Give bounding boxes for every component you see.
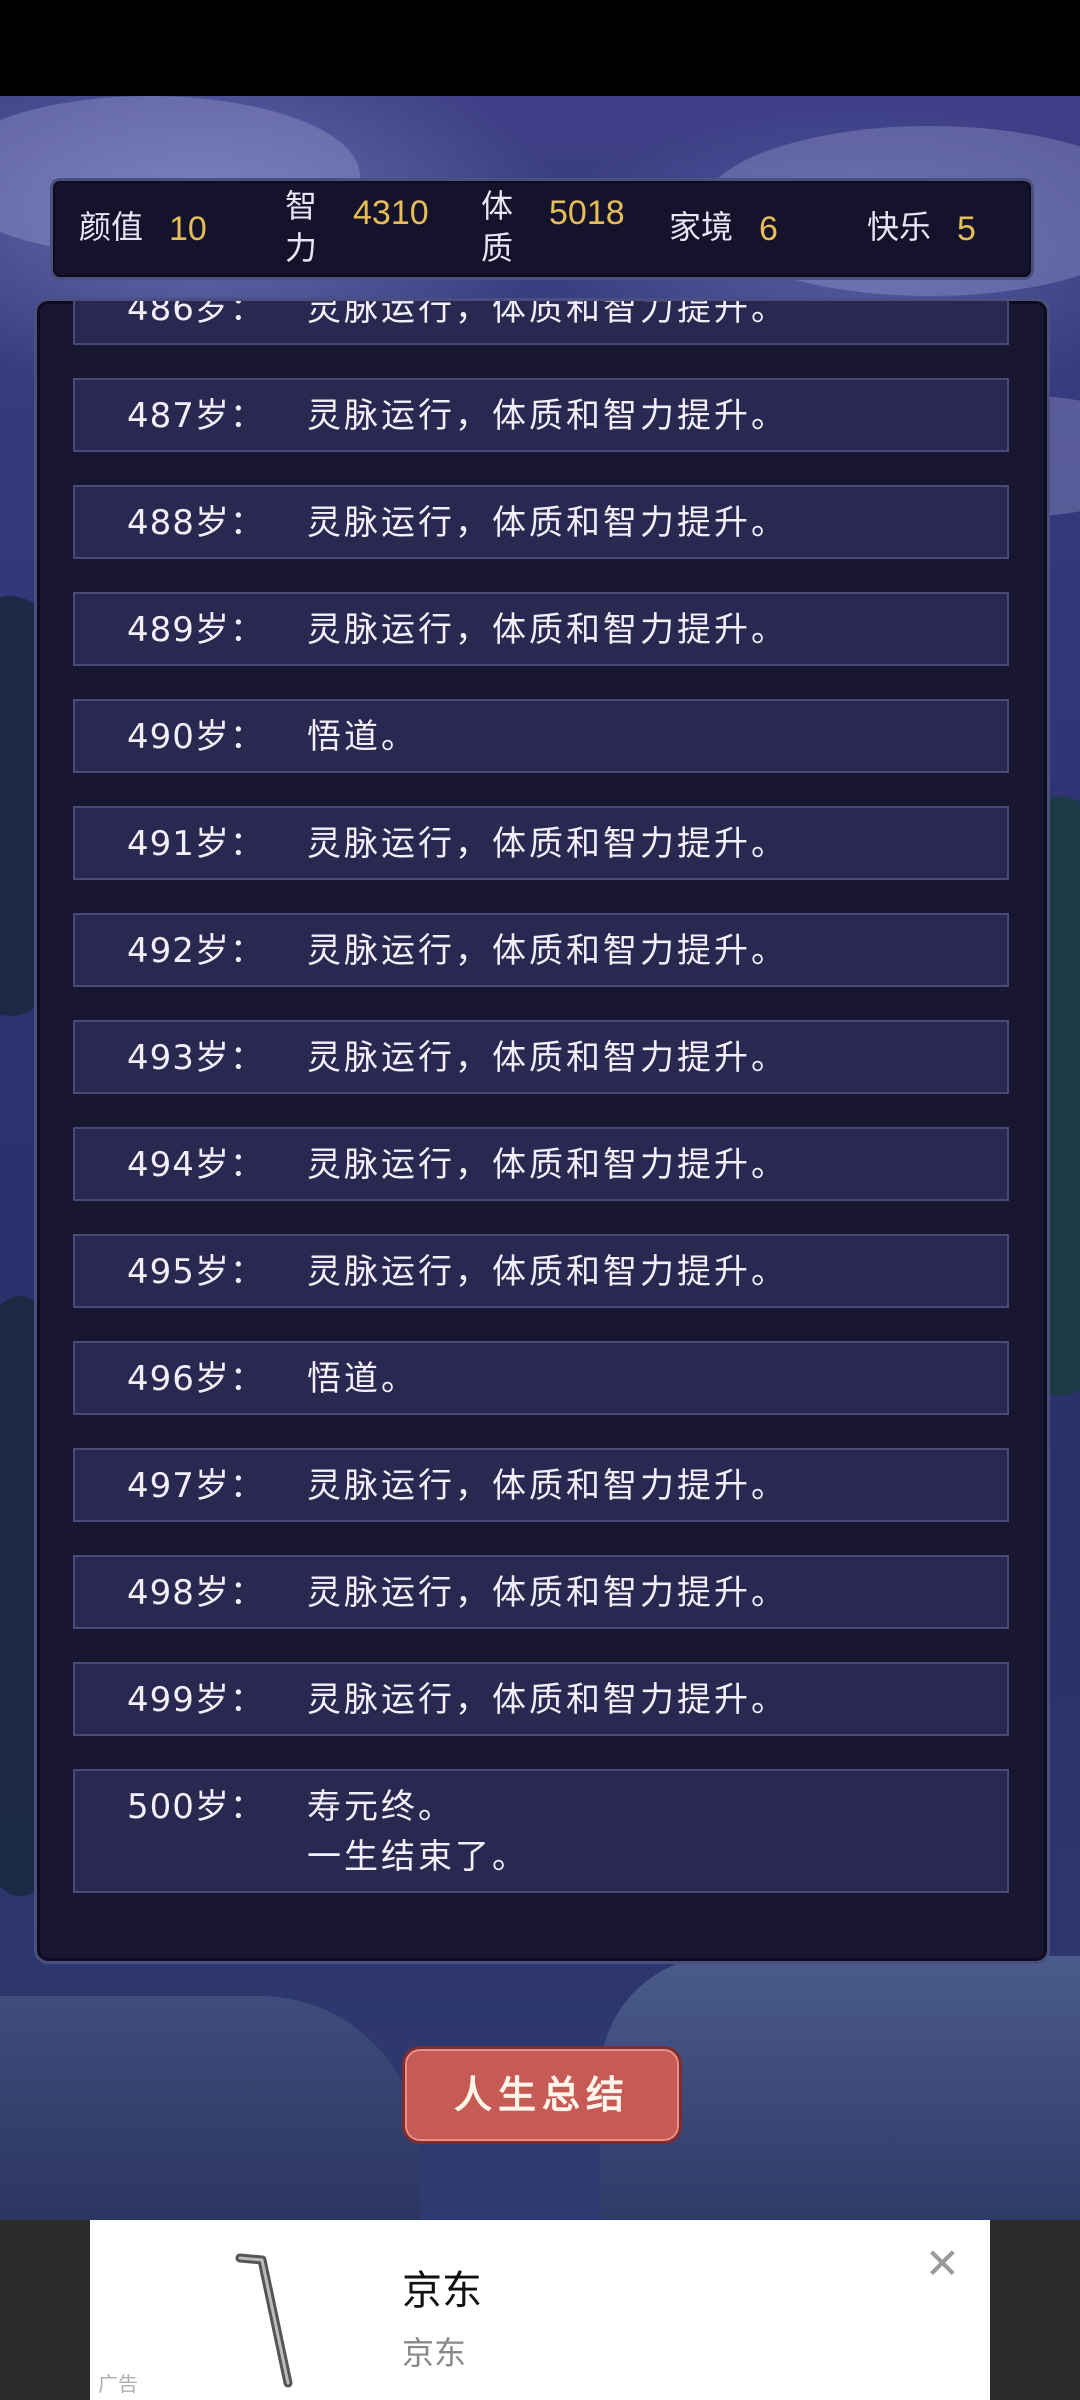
log-age: 488岁： (127, 503, 265, 543)
ad-title[interactable]: 京东 (402, 2258, 482, 2316)
status-bar (0, 0, 1080, 96)
life-summary-button[interactable]: 人生总结 (402, 2046, 682, 2144)
attribute-bar: 颜值 10 智力 4310 体质 5018 家境 6 快乐 5 (50, 178, 1034, 280)
log-row: 493岁： 灵脉运行，体质和智力提升。 (73, 1020, 1009, 1094)
log-age: 500岁： (127, 1787, 265, 1827)
stat-value-happiness: 5 (957, 210, 976, 248)
log-row: 499岁： 灵脉运行，体质和智力提升。 (73, 1662, 1009, 1736)
log-text: 灵脉运行，体质和智力提升。 (307, 824, 788, 864)
log-row-final: 500岁： 寿元终。 一生结束了。 (73, 1769, 1009, 1893)
log-row: 489岁： 灵脉运行，体质和智力提升。 (73, 592, 1009, 666)
stat-label-intelligence: 智力 (285, 187, 318, 267)
life-log-panel[interactable]: 486岁： 灵脉运行，体质和智力提升。 487岁： 灵脉运行，体质和智力提升。 … (34, 298, 1050, 1964)
log-age: 491岁： (127, 824, 265, 864)
log-age: 487岁： (127, 396, 265, 436)
log-row: 495岁： 灵脉运行，体质和智力提升。 (73, 1234, 1009, 1308)
log-age: 498岁： (127, 1573, 265, 1613)
log-text: 灵脉运行，体质和智力提升。 (307, 396, 788, 436)
log-age: 490岁： (127, 717, 265, 757)
log-row: 498岁： 灵脉运行，体质和智力提升。 (73, 1555, 1009, 1629)
log-text: 灵脉运行，体质和智力提升。 (307, 610, 788, 650)
ad-product-image[interactable] (180, 2248, 350, 2388)
log-text-line2: 一生结束了。 (307, 1837, 529, 1877)
ad-banner[interactable]: 广告 京东 京东 ✕ (90, 2220, 990, 2400)
log-text: 悟道。 (307, 1359, 418, 1399)
log-age: 486岁： (127, 298, 265, 329)
log-row: 497岁： 灵脉运行，体质和智力提升。 (73, 1448, 1009, 1522)
log-text: 灵脉运行，体质和智力提升。 (307, 503, 788, 543)
log-age: 495岁： (127, 1252, 265, 1292)
ad-area: 广告 京东 京东 ✕ (0, 2220, 1080, 2400)
log-row: 486岁： 灵脉运行，体质和智力提升。 (73, 298, 1009, 345)
log-text: 灵脉运行，体质和智力提升。 (307, 931, 788, 971)
stat-value-appearance: 10 (169, 210, 207, 248)
stat-value-constitution: 5018 (549, 194, 625, 232)
stat-value-intelligence: 4310 (353, 194, 429, 232)
stat-label-constitution: 体质 (481, 187, 514, 267)
log-age: 497岁： (127, 1466, 265, 1506)
log-age: 492岁： (127, 931, 265, 971)
log-age: 496岁： (127, 1359, 265, 1399)
stat-label-appearance: 颜值 (79, 208, 144, 246)
log-text: 灵脉运行，体质和智力提升。 (307, 1145, 788, 1185)
log-row: 488岁： 灵脉运行，体质和智力提升。 (73, 485, 1009, 559)
log-row: 492岁： 灵脉运行，体质和智力提升。 (73, 913, 1009, 987)
stat-label-happiness: 快乐 (867, 208, 932, 246)
log-row: 496岁： 悟道。 (73, 1341, 1009, 1415)
log-row: 490岁： 悟道。 (73, 699, 1009, 773)
log-text: 灵脉运行，体质和智力提升。 (307, 298, 788, 329)
log-row: 487岁： 灵脉运行，体质和智力提升。 (73, 378, 1009, 452)
ad-subtitle: 京东 (402, 2334, 467, 2372)
log-text: 灵脉运行，体质和智力提升。 (307, 1573, 788, 1613)
log-age: 494岁： (127, 1145, 265, 1185)
ad-tag-label: 广告 (98, 2372, 138, 2396)
log-text: 灵脉运行，体质和智力提升。 (307, 1252, 788, 1292)
log-row: 494岁： 灵脉运行，体质和智力提升。 (73, 1127, 1009, 1201)
log-text: 灵脉运行，体质和智力提升。 (307, 1680, 788, 1720)
log-age: 489岁： (127, 610, 265, 650)
log-text: 悟道。 (307, 717, 418, 757)
log-text: 灵脉运行，体质和智力提升。 (307, 1038, 788, 1078)
log-row: 491岁： 灵脉运行，体质和智力提升。 (73, 806, 1009, 880)
stat-value-family: 6 (759, 210, 778, 248)
log-text: 灵脉运行，体质和智力提升。 (307, 1466, 788, 1506)
close-icon[interactable]: ✕ (925, 2242, 960, 2286)
stat-label-family: 家境 (669, 208, 734, 246)
log-age: 499岁： (127, 1680, 265, 1720)
log-age: 493岁： (127, 1038, 265, 1078)
log-text: 寿元终。 (307, 1787, 455, 1827)
